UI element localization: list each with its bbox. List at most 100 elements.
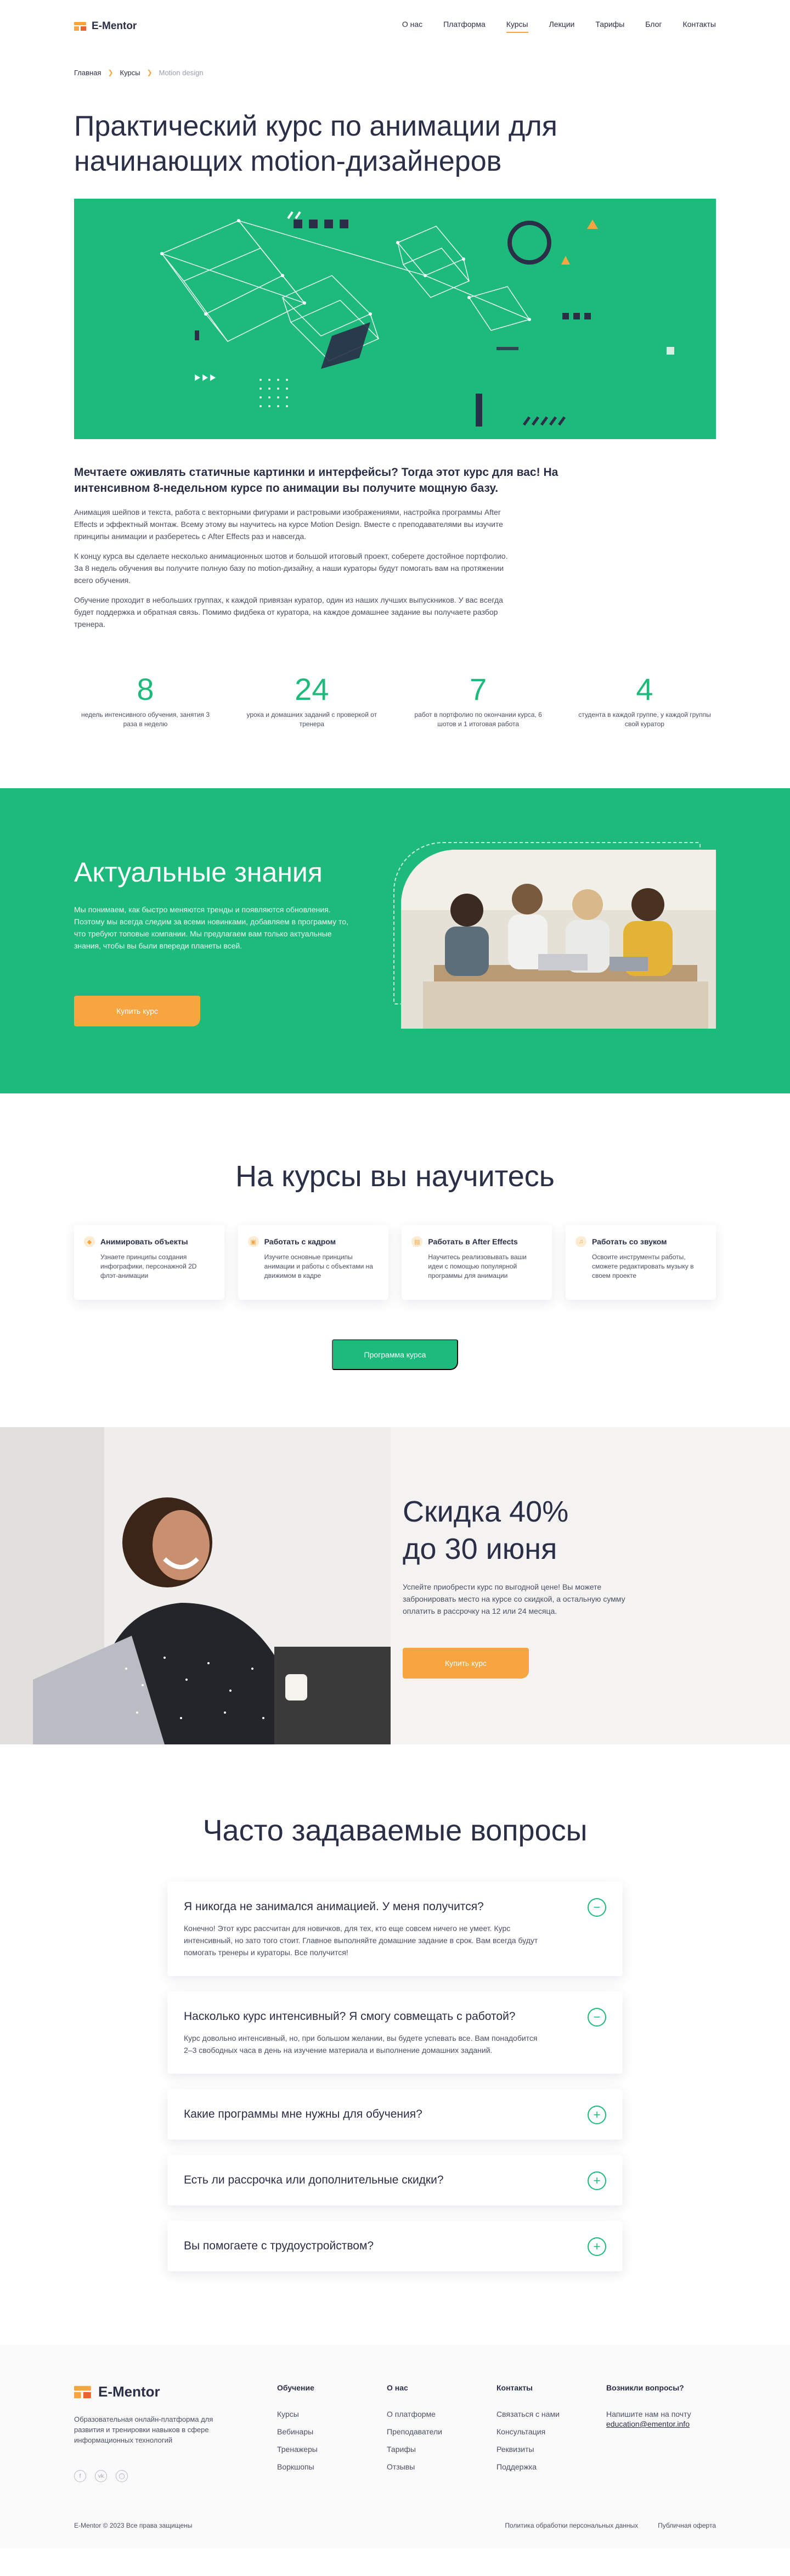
minus-icon[interactable]: −: [588, 2008, 606, 2027]
breadcrumb-current: Motion design: [159, 68, 204, 77]
woman-laptop-photo: [0, 1427, 391, 1744]
footer-link[interactable]: Поддержка: [496, 2462, 560, 2471]
footer-questions-text: Напишите нам на почту: [606, 2410, 691, 2418]
minus-icon[interactable]: −: [588, 1898, 606, 1917]
skill-card: ♫ Работать со звуком Освоите инструменты…: [565, 1225, 716, 1300]
discount-text: Успейте приобрести курс по выгодной цене…: [403, 1582, 625, 1615]
nav-blog[interactable]: Блог: [645, 20, 662, 33]
copyright: E-Mentor © 2023 Все права защищены: [74, 2522, 193, 2529]
faq-list: Я никогда не занимался анимацией. У меня…: [167, 1882, 623, 2271]
learn-title: На курсы вы научитесь: [235, 1160, 555, 1193]
nav-courses[interactable]: Курсы: [506, 20, 528, 33]
faq-title: Часто задаваемые вопросы: [202, 1814, 588, 1847]
skill-card-text: Освоите инструменты работы, сможете реда…: [591, 1253, 694, 1279]
course-program-button[interactable]: Программа курса: [332, 1339, 458, 1370]
skill-card-title: Работать с кадром: [264, 1237, 336, 1246]
footer-link[interactable]: Преподаватели: [387, 2427, 442, 2436]
footer-link[interactable]: О платформе: [387, 2410, 442, 2418]
layers-icon: ▤: [411, 1236, 423, 1247]
footer-column-about: О нас О платформе Преподаватели Тарифы О…: [387, 2383, 442, 2480]
faq-section: Часто задаваемые вопросы Я никогда не за…: [0, 1744, 790, 2345]
footer-logo[interactable]: E-Mentor: [74, 2383, 160, 2400]
footer-link[interactable]: Курсы: [277, 2410, 318, 2418]
stat-number: 7: [470, 672, 487, 706]
faq-item[interactable]: Есть ли рассрочка или дополнительные ски…: [167, 2155, 623, 2205]
buy-course-button[interactable]: Купить курс: [403, 1648, 529, 1679]
discount-section: Скидка 40% до 30 июня Успейте приобрести…: [0, 1427, 790, 1744]
instagram-icon[interactable]: ◯: [116, 2470, 128, 2482]
footer-column-contacts: Контакты Связаться с нами Консультация Р…: [496, 2383, 560, 2480]
stat-item: 7 работ в портфолио по окончании курса, …: [407, 672, 550, 729]
stat-item: 4 студента в каждой группе, у каждой гру…: [573, 672, 716, 729]
footer-link[interactable]: Вебинары: [277, 2427, 318, 2436]
chevron-right-icon: ❯: [108, 69, 114, 76]
faq-answer: Курс довольно интенсивный, но, при больш…: [184, 2034, 538, 2055]
breadcrumb-home[interactable]: Главная: [74, 69, 101, 77]
stat-description: работ в портфолио по окончании курса, 6 …: [414, 711, 542, 728]
footer-email-link[interactable]: education@ementor.info: [606, 2420, 691, 2428]
nav-tariffs[interactable]: Тарифы: [595, 20, 624, 33]
skill-card: ▣ Работать с кадром Изучите основные при…: [238, 1225, 388, 1300]
learn-section: На курсы вы научитесь ◆ Анимировать объе…: [0, 1093, 790, 1427]
skill-card: ◆ Анимировать объекты Узнаете принципы с…: [74, 1225, 224, 1300]
faq-question[interactable]: Насколько курс интенсивный? Я смогу совм…: [184, 2009, 606, 2024]
footer-link[interactable]: Связаться с нами: [496, 2410, 560, 2418]
stat-item: 8 недель интенсивного обучения, занятия …: [74, 672, 217, 729]
intro-paragraph: К концу курса вы сделаете несколько аним…: [74, 552, 508, 585]
public-offer-link[interactable]: Публичная оферта: [658, 2522, 716, 2529]
faq-question[interactable]: Вы помогаете с трудоустройством?: [184, 2238, 606, 2254]
skill-card: ▤ Работать в After Effects Научитесь реа…: [402, 1225, 552, 1300]
stat-description: студента в каждой группе, у каждой групп…: [578, 711, 711, 728]
footer-bottom: E-Mentor © 2023 Все права защищены Полит…: [74, 2522, 716, 2529]
faq-item[interactable]: Какие программы мне нужны для обучения? …: [167, 2089, 623, 2140]
skills-cards: ◆ Анимировать объекты Узнаете принципы с…: [74, 1225, 716, 1300]
logo[interactable]: E-Mentor: [74, 20, 137, 32]
footer-column-title: Обучение: [277, 2383, 314, 2392]
plus-icon[interactable]: +: [588, 2237, 606, 2256]
frame-icon: ▣: [247, 1236, 259, 1247]
intro-lead: Мечтаете оживлять статичные картинки и и…: [74, 466, 558, 495]
privacy-policy-link[interactable]: Политика обработки персональных данных: [505, 2522, 638, 2529]
stat-description: недель интенсивного обучения, занятия 3 …: [81, 711, 210, 728]
footer-column-title: Возникли вопросы?: [606, 2383, 684, 2392]
stat-number: 24: [295, 672, 329, 706]
faq-item[interactable]: Вы помогаете с трудоустройством? +: [167, 2221, 623, 2271]
page-title: Практический курс по анимации для начина…: [74, 110, 557, 177]
stat-item: 24 урока и домашних заданий с проверкой …: [240, 672, 383, 729]
nav-lectures[interactable]: Лекции: [549, 20, 575, 33]
discount-title-line2: до 30 июня: [403, 1533, 557, 1565]
footer-link[interactable]: Консультация: [496, 2427, 560, 2436]
main-nav: О нас Платформа Курсы Лекции Тарифы Блог…: [402, 20, 716, 33]
buy-course-button[interactable]: Купить курс: [74, 996, 200, 1026]
footer-link[interactable]: Отзывы: [387, 2462, 442, 2471]
footer-link[interactable]: Тарифы: [387, 2445, 442, 2454]
faq-item[interactable]: Насколько курс интенсивный? Я смогу совм…: [167, 1991, 623, 2074]
plus-icon[interactable]: +: [588, 2171, 606, 2190]
nav-contacts[interactable]: Контакты: [683, 20, 716, 33]
facebook-icon[interactable]: f: [74, 2470, 86, 2482]
nav-about[interactable]: О нас: [402, 20, 422, 33]
faq-item[interactable]: Я никогда не занимался анимацией. У меня…: [167, 1882, 623, 1976]
nav-platform[interactable]: Платформа: [443, 20, 486, 33]
skill-card-title: Анимировать объекты: [100, 1237, 188, 1246]
footer-link[interactable]: Тренажеры: [277, 2445, 318, 2454]
hero-illustration: [74, 199, 716, 439]
plus-icon[interactable]: +: [588, 2106, 606, 2124]
footer-link[interactable]: Воркшопы: [277, 2462, 318, 2471]
social-links: f vk ◯: [74, 2470, 128, 2482]
faq-question[interactable]: Я никогда не занимался анимацией. У меня…: [184, 1899, 606, 1915]
vk-icon[interactable]: vk: [95, 2470, 107, 2482]
main: Главная ❯ Курсы ❯ Motion design Практиче…: [0, 53, 790, 2345]
team-photo-frame: [393, 842, 716, 1029]
faq-question[interactable]: Есть ли рассрочка или дополнительные ски…: [184, 2173, 606, 2188]
faq-question[interactable]: Какие программы мне нужны для обучения?: [184, 2107, 606, 2122]
chevron-right-icon: ❯: [146, 69, 153, 76]
skill-card-text: Изучите основные принципы анимации и раб…: [264, 1253, 373, 1279]
intro-paragraph: Анимация шейпов и текста, работа с векто…: [74, 508, 503, 541]
footer-link[interactable]: Реквизиты: [496, 2445, 560, 2454]
footer-column-title: Контакты: [496, 2383, 533, 2392]
footer-column-questions: Возникли вопросы? Напишите нам на почту …: [606, 2383, 691, 2437]
footer-tagline: Образовательная онлайн-платформа для раз…: [74, 2415, 213, 2444]
footer-column-learning: Обучение Курсы Вебинары Тренажеры Воркшо…: [277, 2383, 318, 2480]
breadcrumb-courses[interactable]: Курсы: [120, 69, 140, 77]
